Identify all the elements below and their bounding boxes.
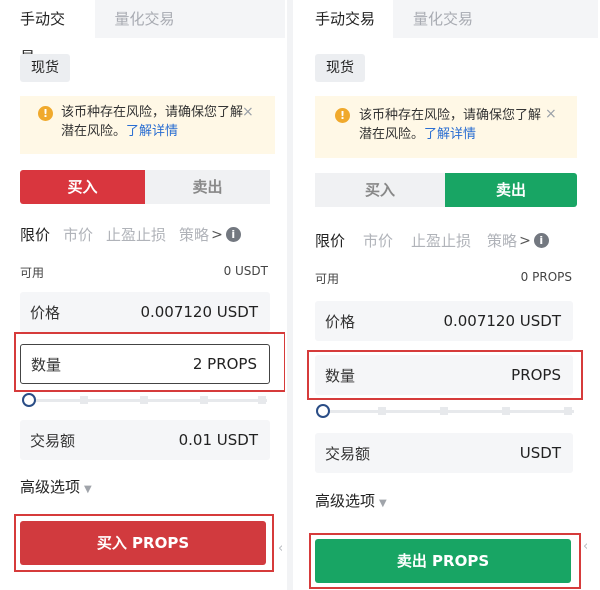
tab-quant-trading[interactable]: 量化交易 [393,0,599,38]
chevron-right-icon[interactable]: > [211,227,223,243]
chevron-right-icon[interactable]: > [519,233,531,249]
available-balance: 可用 0 PROPS [315,270,572,287]
warning-icon: ! [38,106,53,121]
total-value: USDT [519,444,561,462]
order-type-market[interactable]: 市价 [63,224,93,245]
advanced-options[interactable]: 高级选项 ▼ [315,490,387,511]
order-type-tabs: 限价 市价 止盈止损 策略 > i [20,224,285,245]
total-label: 交易额 [30,431,76,450]
total-label: 交易额 [325,444,371,463]
advanced-options-label: 高级选项 [315,492,376,510]
panel-divider [287,0,293,590]
close-icon[interactable]: × [242,105,254,119]
order-type-limit[interactable]: 限价 [20,224,50,245]
buy-sell-toggle: 买入 卖出 [315,173,577,207]
price-value: 0.007120 USDT [443,312,561,330]
slider-handle[interactable] [316,404,330,418]
order-type-strategy[interactable]: 策略 [487,230,517,251]
risk-notice: ! 该币种存在风险，请确保您了解潜在风险。了解详情 × [315,96,577,158]
buy-panel: 手动交易 量化交易 现货 ! 该币种存在风险，请确保您了解潜在风险。了解详情 ×… [0,0,285,590]
buy-sell-toggle: 买入 卖出 [20,170,270,204]
spot-chip[interactable]: 现货 [20,54,70,82]
price-label: 价格 [325,312,356,331]
tab-manual-trading[interactable]: 手动交易 [0,0,95,66]
spot-chip[interactable]: 现货 [315,54,365,82]
order-type-tabs: 限价 市价 止盈止损 策略 > i [315,230,597,251]
order-type-market[interactable]: 市价 [363,230,393,251]
order-type-stop[interactable]: 止盈止损 [411,230,471,251]
available-value: 0 PROPS [520,270,572,284]
tab-quant-trading[interactable]: 量化交易 [94,0,285,38]
caret-down-icon: ▼ [379,498,387,509]
amount-slider[interactable] [316,404,574,418]
available-label: 可用 [20,266,45,280]
highlight-box [14,332,285,392]
advanced-options-label: 高级选项 [20,478,81,496]
highlight-box [14,514,274,572]
highlight-box [307,350,583,400]
close-icon[interactable]: × [545,107,557,121]
risk-notice: ! 该币种存在风险，请确保您了解潜在风险。了解详情 × [20,96,275,154]
warning-icon: ! [335,108,350,123]
trade-mode-tabs: 手动交易 量化交易 [0,0,285,66]
info-icon[interactable]: i [225,227,241,242]
learn-more-link[interactable]: 了解详情 [424,127,476,142]
total-field[interactable]: 交易额 0.01 USDT [20,420,270,460]
caret-down-icon: ▼ [84,484,92,495]
price-label: 价格 [30,303,61,322]
order-type-stop[interactable]: 止盈止损 [106,224,166,245]
amount-slider[interactable] [22,393,267,407]
learn-more-link[interactable]: 了解详情 [126,124,178,139]
available-value: 0 USDT [223,264,268,278]
total-field[interactable]: 交易额 USDT [315,433,573,473]
sell-tab-button[interactable]: 卖出 [145,170,270,204]
info-icon[interactable]: i [533,233,549,248]
risk-notice-text: 该币种存在风险，请确保您了解潜在风险。了解详情 [61,103,246,141]
buy-tab-button[interactable]: 买入 [315,173,445,207]
risk-notice-text: 该币种存在风险，请确保您了解潜在风险。了解详情 [359,106,551,144]
order-type-strategy[interactable]: 策略 [179,224,209,245]
trade-mode-tabs: 手动交易 量化交易 [295,0,599,38]
slider-handle[interactable] [22,393,36,407]
sell-tab-button[interactable]: 卖出 [445,173,577,207]
collapse-chevron-icon[interactable]: ‹ [278,541,283,556]
sell-panel: 手动交易 量化交易 现货 ! 该币种存在风险，请确保您了解潜在风险。了解详情 ×… [295,0,600,590]
available-balance: 可用 0 USDT [20,264,268,281]
highlight-box [309,533,581,589]
total-value: 0.01 USDT [178,431,258,449]
buy-tab-button[interactable]: 买入 [20,170,145,204]
order-type-limit[interactable]: 限价 [315,230,345,251]
tab-manual-trading[interactable]: 手动交易 [295,0,394,38]
advanced-options[interactable]: 高级选项 ▼ [20,476,92,497]
price-field[interactable]: 价格 0.007120 USDT [20,292,270,332]
available-label: 可用 [315,272,340,286]
price-field[interactable]: 价格 0.007120 USDT [315,301,573,341]
price-value: 0.007120 USDT [140,303,258,321]
collapse-chevron-icon[interactable]: ‹ [583,539,588,554]
